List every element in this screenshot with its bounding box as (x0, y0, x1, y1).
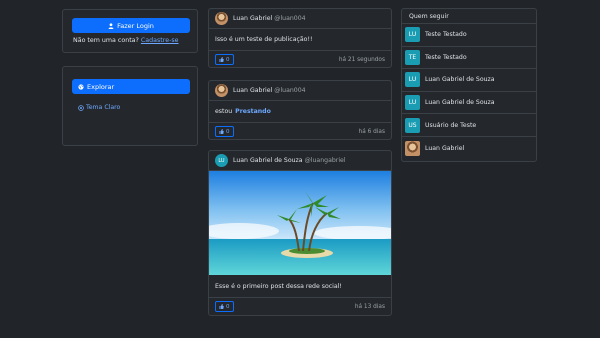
follow-item[interactable]: TE Teste Testado (402, 47, 536, 70)
post-footer: 0 há 13 dias (209, 297, 391, 315)
like-count: 0 (226, 128, 230, 135)
like-count: 0 (226, 56, 230, 63)
post-author[interactable]: Luan Gabriel (233, 87, 272, 94)
explore-button-label: Explorar (87, 82, 115, 91)
follow-item[interactable]: Luan Gabriel (402, 137, 536, 160)
like-button[interactable]: 0 (215, 126, 234, 137)
post-card: LU Luan Gabriel de Souza @luangabriel Es… (208, 150, 392, 316)
explore-card: Explorar Tema Claro (62, 66, 198, 146)
like-count: 0 (226, 303, 230, 310)
post-image[interactable] (209, 171, 391, 275)
theme-label: Tema Claro (86, 104, 121, 111)
signup-prompt: Não tem uma conta? Cadastre-se (73, 37, 179, 44)
avatar: LU (405, 72, 420, 88)
follow-item[interactable]: US Usuário de Teste (402, 114, 536, 137)
post-handle: @luan004 (274, 87, 306, 94)
post-text: Isso é um teste de publicação!! (215, 36, 313, 43)
post-card: Luan Gabriel @luan004 estou Prestando 0 … (208, 80, 392, 140)
avatar[interactable] (215, 84, 228, 97)
avatar: LU (405, 27, 420, 43)
thumbs-up-icon (219, 57, 224, 62)
follow-name: Teste Testado (425, 53, 467, 61)
post-header: Luan Gabriel @luan004 (209, 9, 391, 29)
post-handle: @luan004 (274, 15, 306, 22)
post-time: há 21 segundos (338, 56, 385, 63)
user-icon (108, 22, 114, 29)
post-author[interactable]: Luan Gabriel de Souza (233, 157, 303, 164)
signup-link[interactable]: Cadastre-se (141, 37, 179, 44)
follow-name: Teste Testado (425, 31, 467, 39)
avatar[interactable]: LU (215, 154, 228, 167)
who-to-follow-title: Quem seguir (402, 9, 536, 24)
thumbs-up-icon (219, 304, 224, 309)
thumbs-up-icon (219, 129, 224, 134)
avatar: US (405, 117, 420, 133)
follow-item[interactable]: LU Luan Gabriel de Souza (402, 69, 536, 92)
post-text: estou Prestando (209, 101, 391, 122)
follow-name: Luan Gabriel de Souza (425, 76, 495, 84)
login-button[interactable]: Fazer Login (72, 18, 190, 33)
post-header: LU Luan Gabriel de Souza @luangabriel (209, 151, 391, 171)
post-card: Luan Gabriel @luan004 Isso é um teste de… (208, 8, 392, 68)
login-card: Fazer Login Não tem uma conta? Cadastre-… (62, 9, 198, 53)
follow-item[interactable]: LU Luan Gabriel de Souza (402, 92, 536, 115)
no-account-text: Não tem uma conta? (73, 37, 139, 44)
follow-item[interactable]: LU Teste Testado (402, 24, 536, 47)
follow-name: Usuário de Teste (425, 121, 477, 129)
theme-toggle[interactable]: Tema Claro (78, 104, 120, 111)
post-footer: 0 há 21 segundos (209, 50, 391, 68)
follow-name: Luan Gabriel de Souza (425, 99, 495, 107)
follow-name: Luan Gabriel (425, 144, 465, 152)
who-to-follow-card: Quem seguir LU Teste Testado TE Teste Te… (401, 8, 537, 162)
theme-icon (78, 104, 84, 111)
like-button[interactable]: 0 (215, 301, 234, 312)
avatar: LU (405, 95, 420, 111)
post-handle: @luangabriel (304, 157, 346, 164)
avatar (405, 140, 420, 156)
explore-button[interactable]: Explorar (72, 79, 190, 94)
post-author[interactable]: Luan Gabriel (233, 15, 272, 22)
post-time: há 6 dias (358, 128, 385, 135)
post-text-highlight[interactable]: Prestando (235, 108, 271, 115)
post-time: há 13 dias (354, 303, 385, 310)
post-text-prefix: estou (215, 108, 233, 115)
post-text: Esse é o primeiro post dessa rede social… (215, 282, 342, 290)
avatar[interactable] (215, 12, 228, 25)
login-button-label: Fazer Login (117, 21, 154, 30)
avatar: TE (405, 49, 420, 65)
post-header: Luan Gabriel @luan004 (209, 81, 391, 101)
like-button[interactable]: 0 (215, 54, 234, 65)
globe-icon (78, 83, 84, 90)
post-footer: 0 há 6 dias (209, 122, 391, 140)
follow-list: LU Teste Testado TE Teste Testado LU Lua… (402, 24, 536, 160)
